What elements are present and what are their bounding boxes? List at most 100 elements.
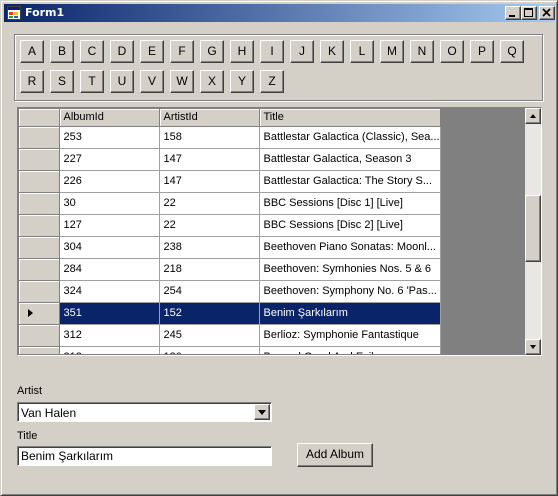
album-id-cell[interactable]: 313	[59, 346, 160, 354]
row-header[interactable]	[19, 192, 60, 215]
artist-id-cell[interactable]: 158	[159, 126, 260, 149]
letter-button-a[interactable]: A	[20, 40, 44, 63]
title-cell[interactable]: Battlestar Galactica (Classic), Sea...	[259, 126, 441, 149]
row-header[interactable]	[19, 214, 60, 237]
table-row[interactable]: 227 147 Battlestar Galactica, Season 3	[19, 148, 441, 171]
letter-button-l[interactable]: L	[350, 40, 374, 63]
row-header[interactable]	[19, 302, 60, 325]
album-id-cell-text: 351	[63, 307, 82, 319]
column-header-title[interactable]: Title	[259, 109, 441, 127]
letter-button-k[interactable]: K	[320, 40, 344, 63]
row-header[interactable]	[19, 148, 60, 171]
letter-button-y[interactable]: Y	[230, 70, 254, 93]
letter-button-w[interactable]: W	[170, 70, 194, 93]
artist-id-cell[interactable]: 22	[159, 214, 260, 237]
table-row[interactable]: 127 22 BBC Sessions [Disc 2] [Live]	[19, 214, 441, 237]
letter-button-v[interactable]: V	[140, 70, 164, 93]
album-id-cell[interactable]: 30	[59, 192, 160, 215]
table-row[interactable]: 312 245 Berlioz: Symphonie Fantastique	[19, 324, 441, 347]
letter-button-o[interactable]: O	[440, 40, 464, 63]
artist-id-cell[interactable]: 218	[159, 258, 260, 281]
artist-id-cell[interactable]: 22	[159, 192, 260, 215]
artist-id-cell[interactable]: 147	[159, 148, 260, 171]
title-bar[interactable]: Form1	[4, 4, 555, 22]
letter-button-d[interactable]: D	[110, 40, 134, 63]
album-id-cell[interactable]: 312	[59, 324, 160, 347]
letter-button-n[interactable]: N	[410, 40, 434, 63]
title-cell[interactable]: Berlioz: Symphonie Fantastique	[259, 324, 441, 347]
album-id-cell[interactable]: 284	[59, 258, 160, 281]
album-id-cell[interactable]: 324	[59, 280, 160, 303]
title-cell[interactable]: Beethoven: Symhonies Nos. 5 & 6	[259, 258, 441, 281]
scroll-down-button[interactable]	[525, 339, 541, 355]
letter-button-h[interactable]: H	[230, 40, 254, 63]
album-id-cell[interactable]: 253	[59, 126, 160, 149]
album-id-cell[interactable]: 226	[59, 170, 160, 193]
album-id-cell[interactable]: 304	[59, 236, 160, 259]
row-header[interactable]	[19, 324, 60, 347]
letter-button-q[interactable]: Q	[500, 40, 524, 63]
table-row[interactable]: 313 120 Beyond Good And Evil	[19, 346, 441, 354]
artist-id-cell[interactable]: 238	[159, 236, 260, 259]
letter-button-x[interactable]: X	[200, 70, 224, 93]
table-row[interactable]: 253 158 Battlestar Galactica (Classic), Se…	[19, 126, 441, 149]
artist-dropdown-button[interactable]	[254, 404, 270, 420]
title-cell[interactable]: BBC Sessions [Disc 2] [Live]	[259, 214, 441, 237]
table-row[interactable]: 226 147 Battlestar Galactica: The Story S.…	[19, 170, 441, 193]
row-header[interactable]	[19, 236, 60, 259]
row-header[interactable]	[19, 346, 60, 354]
maximize-button[interactable]	[521, 6, 537, 20]
artist-id-cell[interactable]: 254	[159, 280, 260, 303]
letter-button-u[interactable]: U	[110, 70, 134, 93]
letter-button-t[interactable]: T	[80, 70, 104, 93]
column-header-album-id[interactable]: AlbumId	[59, 109, 160, 127]
title-cell[interactable]: BBC Sessions [Disc 1] [Live]	[259, 192, 441, 215]
table-row[interactable]: 304 238 Beethoven Piano Sonatas: Moonl...	[19, 236, 441, 259]
add-album-button[interactable]: Add Album	[297, 443, 373, 467]
letter-button-i[interactable]: I	[260, 40, 284, 63]
table-row[interactable]: 30 22 BBC Sessions [Disc 1] [Live]	[19, 192, 441, 215]
letter-button-z[interactable]: Z	[260, 70, 284, 93]
letter-button-j[interactable]: J	[290, 40, 314, 63]
minimize-button[interactable]	[505, 6, 521, 20]
row-header[interactable]	[19, 280, 60, 303]
artist-id-cell[interactable]: 245	[159, 324, 260, 347]
letter-button-b[interactable]: B	[50, 40, 74, 63]
scroll-thumb[interactable]	[525, 195, 541, 262]
artist-id-cell[interactable]: 120	[159, 346, 260, 354]
table-row[interactable]: 324 254 Beethoven: Symphony No. 6 'Pas...	[19, 280, 441, 303]
letter-button-g[interactable]: G	[200, 40, 224, 63]
letter-button-c[interactable]: C	[80, 40, 104, 63]
album-id-cell[interactable]: 227	[59, 148, 160, 171]
artist-combobox[interactable]: Van Halen	[17, 402, 272, 422]
album-id-cell[interactable]: 351	[59, 302, 160, 325]
table-row[interactable]: 284 218 Beethoven: Symhonies Nos. 5 & 6	[19, 258, 441, 281]
albums-grid[interactable]: AlbumId ArtistId Title 253 158 Battlestar …	[17, 107, 542, 356]
close-button[interactable]	[539, 6, 555, 20]
title-cell[interactable]: Beethoven Piano Sonatas: Moonl...	[259, 236, 441, 259]
artist-id-cell[interactable]: 152	[159, 302, 260, 325]
row-header[interactable]	[19, 126, 60, 149]
row-header[interactable]	[19, 258, 60, 281]
title-cell[interactable]: Benim Şarkılarım	[259, 302, 441, 325]
album-id-cell-text: 127	[63, 219, 82, 231]
table-row[interactable]: 351 152 Benim Şarkılarım	[19, 302, 441, 325]
column-header-artist-id[interactable]: ArtistId	[159, 109, 260, 127]
letter-button-f[interactable]: F	[170, 40, 194, 63]
letter-button-m[interactable]: M	[380, 40, 404, 63]
letter-button-r[interactable]: R	[20, 70, 44, 93]
title-cell[interactable]: Battlestar Galactica, Season 3	[259, 148, 441, 171]
row-header[interactable]	[19, 170, 60, 193]
album-id-cell[interactable]: 127	[59, 214, 160, 237]
artist-id-cell[interactable]: 147	[159, 170, 260, 193]
title-cell-text: BBC Sessions [Disc 1] [Live]	[263, 197, 403, 209]
title-input[interactable]	[17, 446, 272, 466]
title-cell[interactable]: Battlestar Galactica: The Story S...	[259, 170, 441, 193]
letter-button-s[interactable]: S	[50, 70, 74, 93]
scroll-up-button[interactable]	[525, 108, 541, 124]
letter-button-e[interactable]: E	[140, 40, 164, 63]
title-cell[interactable]: Beethoven: Symphony No. 6 'Pas...	[259, 280, 441, 303]
letter-button-p[interactable]: P	[470, 40, 494, 63]
title-cell[interactable]: Beyond Good And Evil	[259, 346, 441, 354]
grid-vertical-scrollbar[interactable]	[525, 108, 541, 355]
